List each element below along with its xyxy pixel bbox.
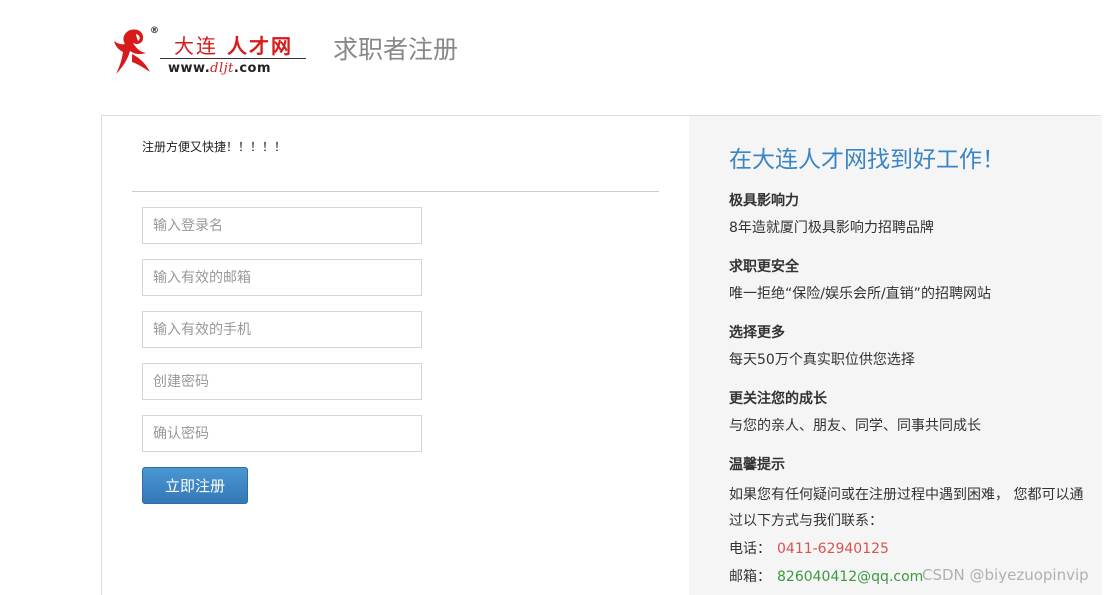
csdn-watermark: CSDN @biyezuopinvip — [922, 566, 1089, 584]
page-title: 求职者注册 — [333, 35, 459, 64]
feature-safety: 求职更安全 唯一拒绝“保险/娱乐会所/直销”的招聘网站 — [729, 257, 991, 304]
feature-influence: 极具影响力 8年造就厦门极具影响力招聘品牌 — [729, 191, 934, 238]
form-intro: 注册方便又快捷！！！！！ — [142, 140, 287, 154]
logo-divider — [160, 58, 306, 59]
feature-growth: 更关注您的成长 与您的亲人、朋友、同学、同事共同成长 — [729, 389, 981, 436]
feature-tips: 温馨提示 — [729, 455, 785, 475]
logo-text: 大连 人才网 — [174, 34, 293, 58]
feature-desc: 唯一拒绝“保险/娱乐会所/直销”的招聘网站 — [729, 286, 991, 302]
phone-label: 电话： — [729, 541, 771, 557]
email-input[interactable] — [142, 259, 422, 296]
phone-value[interactable]: 0411-62940125 — [777, 541, 889, 557]
mail-label: 邮箱： — [729, 569, 771, 585]
username-input[interactable] — [142, 207, 422, 244]
benefits-title: 在大连人才网找到好工作！ — [729, 147, 1005, 173]
feature-heading: 求职更安全 — [729, 259, 799, 275]
contact-email: 邮箱： 826040412@qq.com — [729, 566, 923, 586]
feature-desc: 每天50万个真实职位供您选择 — [729, 352, 915, 368]
site-logo[interactable]: ® 大连 人才网 www.dljt.com — [110, 26, 310, 82]
registration-card: 注册方便又快捷！！！！！ 立即注册 在大连人才网找到好工作！ 极具影响力 8年造… — [101, 115, 1102, 595]
contact-phone: 电话： 0411-62940125 — [729, 538, 889, 558]
feature-heading: 选择更多 — [729, 325, 785, 341]
registration-form: 注册方便又快捷！！！！！ 立即注册 — [102, 116, 689, 595]
form-divider — [132, 191, 659, 192]
feature-desc: 8年造就厦门极具影响力招聘品牌 — [729, 220, 934, 236]
feature-heading: 极具影响力 — [729, 193, 799, 209]
feature-heading: 更关注您的成长 — [729, 391, 827, 407]
feature-choice: 选择更多 每天50万个真实职位供您选择 — [729, 323, 915, 370]
registered-mark: ® — [150, 26, 159, 36]
feature-desc: 与您的亲人、朋友、同学、同事共同成长 — [729, 418, 981, 434]
mail-value[interactable]: 826040412@qq.com — [777, 569, 923, 585]
benefits-panel: 在大连人才网找到好工作！ 极具影响力 8年造就厦门极具影响力招聘品牌 求职更安全… — [689, 116, 1102, 595]
runner-logo-icon — [114, 29, 150, 75]
tips-body: 如果您有任何疑问或在注册过程中遇到困难， 您都可以通过以下方式与我们联系： — [729, 487, 1084, 529]
password-input[interactable] — [142, 363, 422, 400]
register-button[interactable]: 立即注册 — [142, 467, 248, 504]
confirm-password-input[interactable] — [142, 415, 422, 452]
phone-input[interactable] — [142, 311, 422, 348]
tips-heading: 温馨提示 — [729, 457, 785, 473]
logo-url: www.dljt.com — [168, 61, 271, 76]
